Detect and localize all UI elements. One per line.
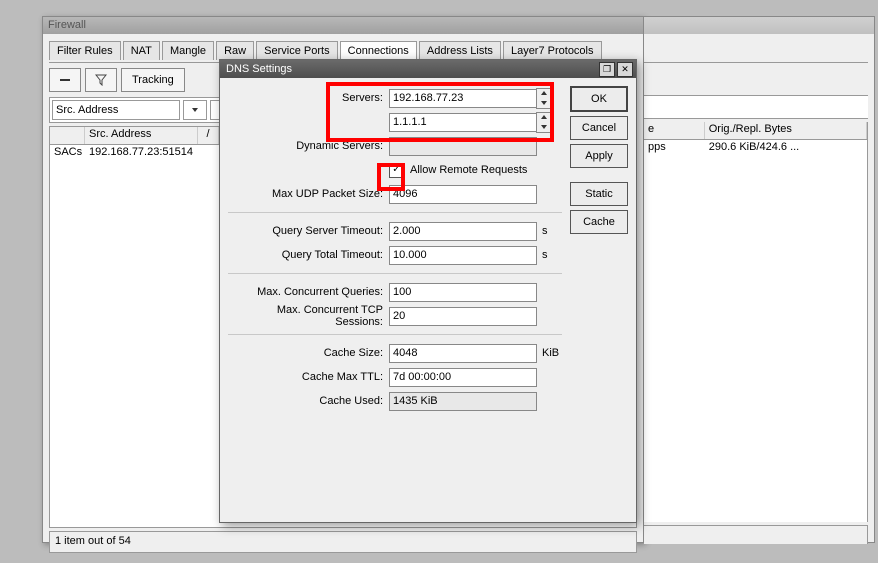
funnel-icon <box>95 74 107 86</box>
status-bar: 1 item out of 54 <box>49 531 637 553</box>
chevron-down-icon <box>192 108 198 112</box>
remove-button[interactable] <box>49 68 81 92</box>
col-e-label: e <box>648 123 654 135</box>
col-blank[interactable] <box>50 127 85 144</box>
col-orig-label: Orig./Repl. Bytes <box>709 123 792 135</box>
sort-marker: / <box>206 128 209 140</box>
tab-service-ports[interactable]: Service Ports <box>256 41 337 60</box>
minus-icon <box>60 79 70 81</box>
tracking-label: Tracking <box>132 74 174 86</box>
close-button[interactable]: ✕ <box>617 62 633 77</box>
cell-type: SACs <box>50 145 85 161</box>
cache-button[interactable]: Cache <box>570 210 628 234</box>
spin-up-icon[interactable] <box>537 89 551 99</box>
ok-label: OK <box>591 93 607 105</box>
spin-down-icon[interactable] <box>537 98 551 108</box>
cell-orig-repl: 290.6 KiB/424.6 ... <box>705 140 867 156</box>
tab-raw[interactable]: Raw <box>216 41 254 60</box>
tab-layer7[interactable]: Layer7 Protocols <box>503 41 602 60</box>
dns-title: DNS Settings <box>226 63 292 75</box>
query-total-timeout-label: Query Total Timeout: <box>228 249 389 261</box>
cache-size-field[interactable] <box>389 344 537 363</box>
tab-mangle[interactable]: Mangle <box>162 41 214 60</box>
dns-form: Servers: <box>228 86 562 413</box>
allow-remote-label: Allow Remote Requests <box>410 164 527 176</box>
server1-field[interactable] <box>389 89 537 108</box>
query-server-timeout-field[interactable] <box>389 222 537 241</box>
seconds-unit: s <box>542 249 562 261</box>
dns-titlebar[interactable]: DNS Settings ❐ ✕ <box>220 60 636 78</box>
tab-connections[interactable]: Connections <box>340 41 417 61</box>
max-conc-queries-field[interactable] <box>389 283 537 302</box>
apply-button[interactable]: Apply <box>570 144 628 168</box>
filter-button[interactable] <box>85 68 117 92</box>
tracking-button[interactable]: Tracking <box>121 68 185 92</box>
tab-filter-rules[interactable]: Filter Rules <box>49 41 121 60</box>
servers-label: Servers: <box>228 92 389 104</box>
query-total-timeout-field[interactable] <box>389 246 537 265</box>
col-src-address-label: Src. Address <box>89 128 151 140</box>
table-row[interactable]: pps 290.6 KiB/424.6 ... <box>644 140 867 156</box>
tab-nat[interactable]: NAT <box>123 41 160 60</box>
firewall-title: Firewall <box>48 19 86 31</box>
status-text: 1 item out of 54 <box>55 535 131 547</box>
max-conc-tcp-label: Max. Concurrent TCP Sessions: <box>228 304 389 328</box>
cancel-label: Cancel <box>582 122 616 134</box>
spin-up-icon[interactable] <box>537 113 551 123</box>
col-orig-repl-bytes[interactable]: Orig./Repl. Bytes <box>705 122 867 139</box>
dns-settings-dialog: DNS Settings ❐ ✕ Servers: <box>219 59 637 523</box>
static-label: Static <box>585 188 613 200</box>
max-conc-tcp-field[interactable] <box>389 307 537 326</box>
spin-down-icon[interactable] <box>537 122 551 132</box>
dynamic-servers-label: Dynamic Servers: <box>228 140 389 152</box>
allow-remote-checkbox[interactable] <box>389 163 404 178</box>
col-e[interactable]: e <box>644 122 705 139</box>
seconds-unit: s <box>542 225 562 237</box>
server1-spinner[interactable] <box>536 88 552 109</box>
query-server-timeout-label: Query Server Timeout: <box>228 225 389 237</box>
restore-button[interactable]: ❐ <box>599 62 615 77</box>
static-button[interactable]: Static <box>570 182 628 206</box>
filter-field-dropdown[interactable] <box>183 100 207 120</box>
firewall-titlebar[interactable]: Firewall <box>43 17 643 34</box>
kib-unit: KiB <box>542 347 562 359</box>
max-conc-queries-label: Max. Concurrent Queries: <box>228 286 389 298</box>
cancel-button[interactable]: Cancel <box>570 116 628 140</box>
server2-field[interactable] <box>389 113 537 132</box>
cache-used-field <box>389 392 537 411</box>
cell-e: pps <box>644 140 705 156</box>
server2-spinner[interactable] <box>536 112 552 133</box>
right-window-fragment: e Orig./Repl. Bytes pps 290.6 KiB/424.6 … <box>644 16 875 543</box>
filter-field-combo[interactable]: Src. Address <box>52 100 180 120</box>
max-udp-label: Max UDP Packet Size: <box>228 188 389 200</box>
apply-label: Apply <box>585 150 613 162</box>
col-src-address[interactable]: Src. Address <box>85 127 198 144</box>
cache-used-label: Cache Used: <box>228 395 389 407</box>
cell-src-address: 192.168.77.23:51514 <box>85 145 214 161</box>
filter-field-label: Src. Address <box>56 104 118 116</box>
max-udp-field[interactable] <box>389 185 537 204</box>
tab-address-lists[interactable]: Address Lists <box>419 41 501 60</box>
dns-button-column: OK Cancel Apply Static Cache <box>570 86 628 413</box>
cache-size-label: Cache Size: <box>228 347 389 359</box>
cache-label: Cache <box>583 216 615 228</box>
cache-max-ttl-label: Cache Max TTL: <box>228 371 389 383</box>
ok-button[interactable]: OK <box>570 86 628 112</box>
col-sort-marker[interactable]: / <box>198 127 219 144</box>
dynamic-servers-field <box>389 137 537 156</box>
cache-max-ttl-field[interactable] <box>389 368 537 387</box>
